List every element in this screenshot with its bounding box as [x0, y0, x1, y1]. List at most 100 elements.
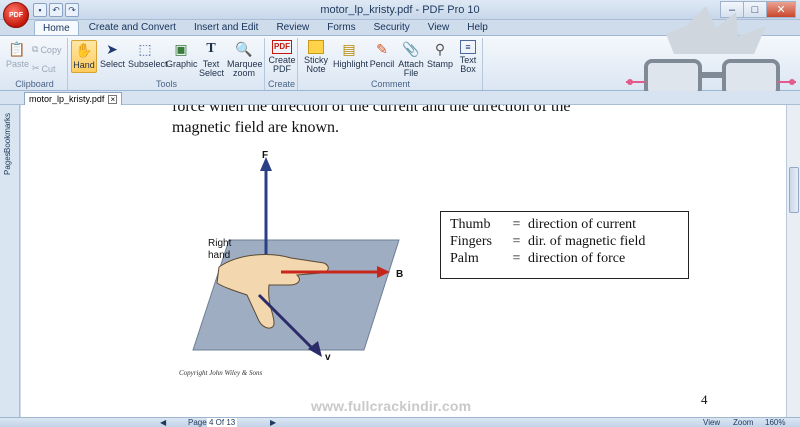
right-hand-label-1: Right	[208, 238, 232, 249]
pdf-file-icon: PDF	[272, 40, 292, 54]
text-cursor-icon: T	[206, 41, 216, 56]
tab-view[interactable]: View	[420, 20, 458, 36]
ribbon-tabs: Home Create and Convert Insert and Edit …	[34, 20, 496, 36]
vertical-scrollbar[interactable]	[786, 105, 800, 417]
document-tab[interactable]: motor_lp_kristy.pdf ×	[24, 92, 123, 105]
legend-equals: =	[512, 217, 521, 232]
marquee-zoom-label: Marquee zoom	[227, 59, 263, 78]
magnifier-icon: 🔍	[235, 41, 253, 57]
scrollbar-thumb[interactable]	[789, 167, 799, 213]
tab-help[interactable]: Help	[459, 20, 496, 36]
pages-side-tab[interactable]: Pages	[3, 152, 17, 175]
side-panel: Bookmarks Pages	[0, 105, 20, 417]
copy-label: Copy	[40, 44, 62, 55]
document-view[interactable]: force when the direction of the current …	[21, 105, 786, 417]
legend-key: Palm	[450, 251, 479, 266]
tab-forms[interactable]: Forms	[319, 20, 363, 36]
cut-icon: ✂	[32, 63, 40, 73]
create-group: PDF Create PDF Create	[266, 38, 298, 90]
hand-tool-button[interactable]: ✋ Hand	[71, 40, 97, 73]
tab-home[interactable]: Home	[34, 20, 79, 36]
legend-equals: =	[512, 234, 521, 249]
legend-row: Fingers = dir. of magnetic field	[450, 233, 679, 250]
text-box-button[interactable]: ≡ Text Box	[456, 40, 480, 74]
copy-icon: ⧉	[32, 44, 39, 54]
zoom-value[interactable]: 160%	[765, 418, 785, 427]
subselect-tool-button[interactable]: ⬚ Subselect	[128, 40, 168, 69]
attach-file-label: Attach File	[398, 59, 424, 78]
stamp-label: Stamp	[427, 59, 454, 69]
legend-key: Thumb	[450, 217, 491, 232]
document-tab-label: motor_lp_kristy.pdf	[29, 94, 105, 104]
legend-equals: =	[512, 251, 521, 266]
text-select-label: Text Select	[199, 59, 225, 78]
text-box-label: Text Box	[459, 55, 477, 74]
hand-label: Hand	[73, 60, 95, 70]
text-box-icon: ≡	[460, 40, 476, 54]
pencil-label: Pencil	[369, 59, 395, 69]
sticky-note-button[interactable]: Sticky Note	[302, 40, 330, 74]
graphic-tool-button[interactable]: ▣ Graphic	[166, 40, 198, 69]
image-icon: ▣	[174, 41, 188, 57]
attach-file-button[interactable]: 📎 Attach File	[398, 40, 424, 78]
paperclip-icon: 📎	[402, 41, 420, 57]
sticky-note-icon	[308, 40, 324, 54]
legend-row: Palm = direction of force	[450, 250, 679, 267]
page-label: Page	[188, 418, 207, 427]
cursor-arrow-icon: ➤	[106, 41, 118, 57]
document-text-line-1: force when the direction of the current …	[172, 105, 571, 115]
tab-create-and-convert[interactable]: Create and Convert	[81, 20, 184, 36]
paste-icon: 📋	[8, 41, 26, 57]
zoom-label[interactable]: Zoom	[733, 418, 753, 427]
paste-button[interactable]: 📋 Paste	[6, 40, 29, 69]
bookmarks-side-tab[interactable]: Bookmarks	[3, 113, 17, 153]
right-hand-label-2: hand	[208, 250, 230, 261]
legend-value: dir. of magnetic field	[528, 234, 646, 249]
first-page-icon[interactable]: ◀	[160, 418, 166, 427]
sticky-note-label: Sticky Note	[303, 55, 328, 74]
highlight-button[interactable]: ▤ Highlight	[333, 40, 369, 69]
close-tab-icon[interactable]: ×	[108, 94, 118, 104]
tools-group: ✋ Hand ➤ Select ⬚ Subselect ▣ Graphic T …	[69, 38, 265, 90]
stamp-button[interactable]: ⚲ Stamp	[427, 40, 453, 69]
highlight-icon: ▤	[342, 41, 356, 57]
stamp-icon: ⚲	[434, 41, 446, 57]
status-bar: ◀ Page 4 Of 13 ▶ View Zoom 160%	[0, 417, 800, 427]
cut-button[interactable]: ✂ Cut	[32, 63, 56, 74]
comment-group-label: Comment	[370, 79, 410, 89]
select-tool-button[interactable]: ➤ Select	[100, 40, 126, 69]
next-page-icon[interactable]: ▶	[270, 418, 276, 427]
text-select-tool-button[interactable]: T Text Select	[199, 40, 225, 78]
tab-insert-and-edit[interactable]: Insert and Edit	[186, 20, 266, 36]
right-hand-rule-legend: Thumb = direction of current Fingers = d…	[440, 211, 689, 279]
cut-label: Cut	[41, 63, 56, 74]
marquee-zoom-button[interactable]: 🔍 Marquee zoom	[227, 40, 263, 78]
tools-group-label: Tools	[155, 79, 177, 89]
create-pdf-label: Create PDF	[268, 55, 296, 74]
right-hand-rule-figure: F Right hand B v	[192, 150, 403, 363]
magnetic-field-label: B	[396, 269, 403, 280]
page-number-field[interactable]: 4 Of 13	[207, 418, 238, 427]
tab-review[interactable]: Review	[268, 20, 317, 36]
page-number: 4	[701, 392, 708, 407]
tab-security[interactable]: Security	[366, 20, 418, 36]
app-menu-button[interactable]: PDF	[3, 2, 29, 28]
hand-icon: ✋	[75, 42, 93, 58]
select-label: Select	[100, 59, 126, 69]
copy-button[interactable]: ⧉ Copy	[32, 44, 61, 55]
pencil-icon: ✎	[376, 41, 388, 57]
document-text-line-2: magnetic field are known.	[172, 119, 340, 136]
document-tab-strip: motor_lp_kristy.pdf ×	[0, 91, 800, 105]
create-group-label: Create	[267, 79, 295, 89]
comment-group: Sticky Note ▤ Highlight ✎ Pencil 📎 Attac…	[299, 38, 483, 90]
velocity-label: v	[325, 352, 331, 363]
clipboard-group: 📋 Paste ⧉ Copy ✂ Cut Clipboard	[2, 38, 68, 90]
create-pdf-button[interactable]: PDF Create PDF	[268, 40, 296, 74]
legend-value: direction of force	[528, 251, 626, 266]
view-menu[interactable]: View	[703, 418, 720, 427]
watermark-text: www.fullcrackindir.com	[311, 398, 472, 414]
figure-copyright: Copyright John Wiley & Sons	[179, 369, 263, 377]
highlight-label: Highlight	[333, 59, 369, 69]
pencil-button[interactable]: ✎ Pencil	[369, 40, 395, 69]
graphic-label: Graphic	[166, 59, 198, 69]
